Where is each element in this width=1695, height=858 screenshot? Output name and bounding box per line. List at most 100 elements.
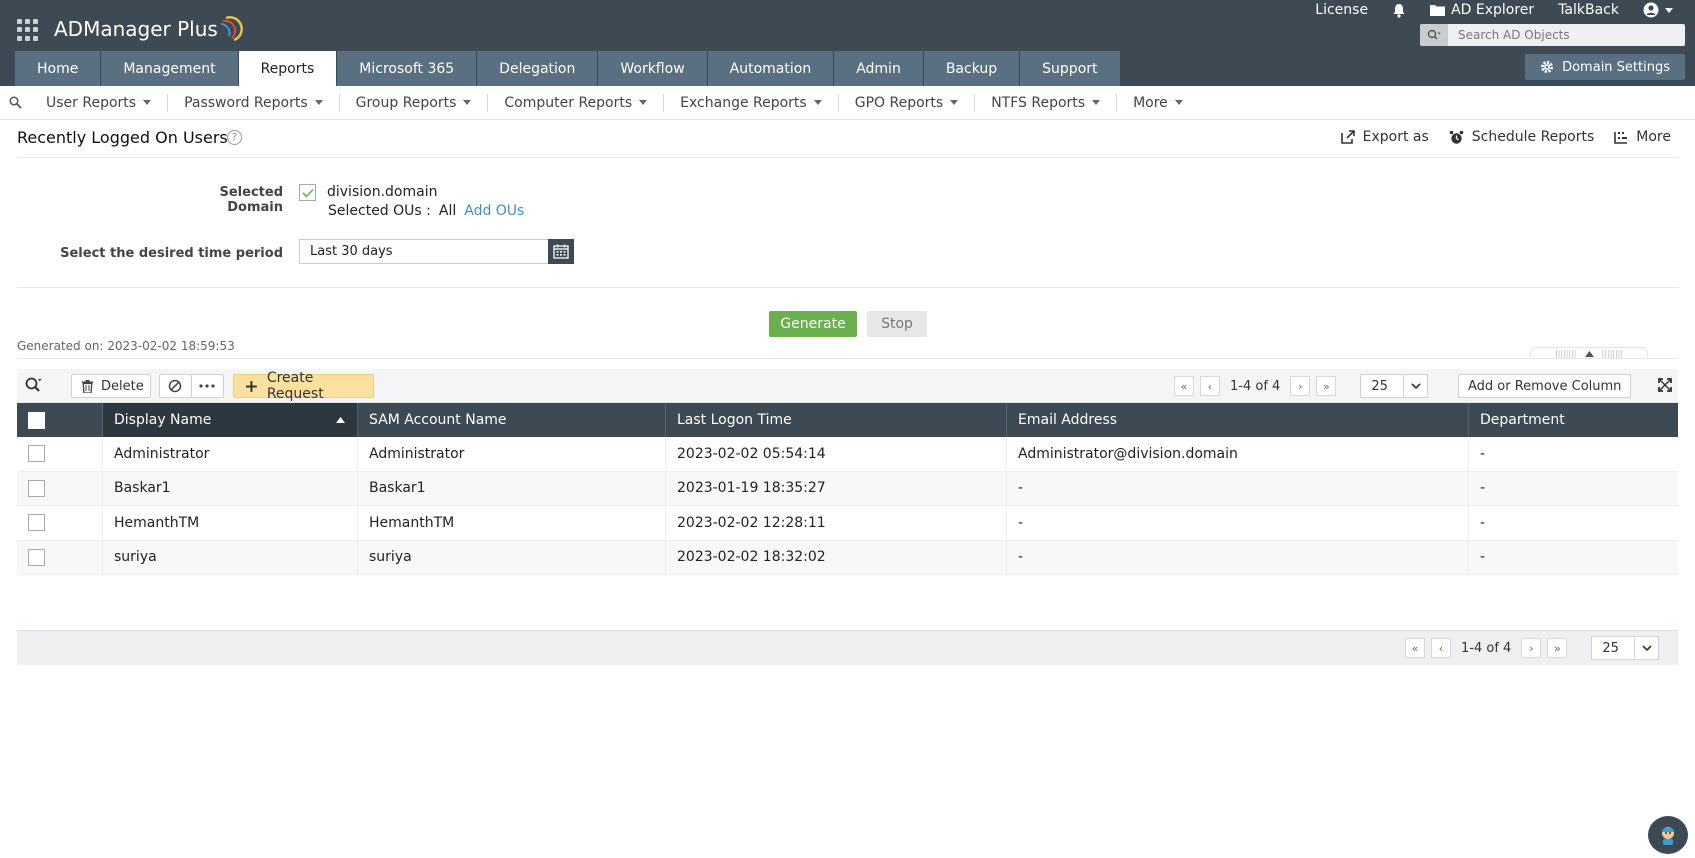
cell-sam-account-name: Administrator: [358, 437, 666, 471]
table-row[interactable]: HemanthTM HemanthTM 2023-02-02 12:28:11 …: [17, 506, 1678, 541]
app-grid-icon[interactable]: [17, 19, 39, 41]
row-select-cell: [17, 471, 103, 505]
delete-button[interactable]: Delete: [71, 374, 151, 398]
double-chevron-right-icon: »: [1322, 379, 1330, 393]
add-remove-column-button[interactable]: Add or Remove Column: [1458, 374, 1632, 398]
double-chevron-left-icon: «: [1411, 641, 1419, 655]
table-row[interactable]: Administrator Administrator 2023-02-02 0…: [17, 437, 1678, 472]
user-menu[interactable]: [1631, 0, 1685, 20]
top-links: License AD Explorer TalkBack: [1303, 0, 1685, 20]
report-toolbar: Delete Create Request « ‹ 1-4 of 4 › » 2…: [17, 369, 1678, 403]
folder-icon: [1430, 5, 1446, 16]
subnav-more[interactable]: More: [1117, 94, 1199, 112]
subnav-user-reports[interactable]: User Reports: [30, 93, 169, 112]
logo-arc-icon: [220, 16, 243, 42]
ad-search-box[interactable]: [1420, 24, 1685, 46]
next-page-button[interactable]: ›: [1290, 376, 1311, 396]
column-header-display-name[interactable]: Display Name: [103, 403, 358, 437]
help-icon[interactable]: ?: [227, 130, 242, 145]
page-size-select[interactable]: 25: [1360, 374, 1429, 398]
domain-checkbox[interactable]: [299, 184, 316, 201]
notifications-button[interactable]: [1380, 0, 1418, 20]
column-header-department[interactable]: Department: [1469, 403, 1678, 437]
subnav-ntfs-reports[interactable]: NTFS Reports: [975, 93, 1118, 112]
ad-explorer-link[interactable]: AD Explorer: [1418, 0, 1546, 20]
add-ous-link[interactable]: Add OUs: [464, 203, 524, 219]
chevron-down-icon: [463, 100, 472, 105]
create-request-button[interactable]: Create Request: [233, 370, 374, 402]
column-header-last-logon-time[interactable]: Last Logon Time: [666, 403, 1007, 437]
search-icon: [25, 377, 42, 392]
export-button[interactable]: Export as: [1340, 129, 1429, 145]
row-select-cell: [17, 437, 103, 471]
prev-page-button[interactable]: ‹: [1200, 376, 1220, 396]
app-logo[interactable]: ADManager Plus: [54, 14, 246, 44]
chat-assistant-button[interactable]: [1648, 816, 1688, 854]
selected-ous: Selected OUs : All Add OUs: [328, 203, 524, 219]
chevron-right-icon: ›: [1529, 641, 1534, 655]
page-actions: Export as Schedule Reports More: [1340, 129, 1671, 145]
select-all-checkbox[interactable]: [28, 411, 45, 429]
generate-button[interactable]: Generate: [769, 311, 857, 337]
page-size-select[interactable]: 25: [1591, 636, 1660, 660]
last-page-button[interactable]: »: [1547, 638, 1568, 658]
tab-automation[interactable]: Automation: [707, 51, 834, 86]
grip-icon: ||||||||: [1601, 349, 1624, 358]
ad-search-input[interactable]: [1448, 28, 1685, 42]
row-checkbox[interactable]: [28, 514, 45, 532]
last-page-button[interactable]: »: [1316, 376, 1337, 396]
generated-on-text: Generated on: 2023-02-02 18:59:53: [17, 339, 235, 353]
row-checkbox[interactable]: [28, 548, 45, 566]
tab-backup[interactable]: Backup: [923, 51, 1020, 86]
calendar-button[interactable]: [548, 239, 574, 264]
table-row[interactable]: Baskar1 Baskar1 2023-01-19 18:35:27 - -: [17, 471, 1678, 506]
calendar-icon: [553, 244, 569, 259]
more-options-button[interactable]: [192, 375, 223, 397]
row-checkbox[interactable]: [28, 445, 45, 463]
disable-button[interactable]: [160, 375, 192, 397]
license-link[interactable]: License: [1303, 0, 1380, 20]
report-search-button[interactable]: [0, 96, 30, 109]
table-search-button[interactable]: [25, 377, 42, 397]
alarm-clock-icon: [1449, 130, 1464, 144]
main-tabs: Home Management Reports Microsoft 365 De…: [15, 51, 1121, 86]
selected-ous-value: All: [438, 203, 457, 219]
more-actions-button[interactable]: More: [1614, 129, 1671, 145]
tab-microsoft-365[interactable]: Microsoft 365: [337, 51, 477, 86]
tab-reports[interactable]: Reports: [238, 51, 337, 86]
search-icon: [8, 96, 22, 109]
tab-admin[interactable]: Admin: [834, 51, 923, 86]
stop-button[interactable]: Stop: [867, 311, 927, 337]
cell-sam-account-name: suriya: [358, 540, 666, 574]
subnav-group-reports[interactable]: Group Reports: [340, 93, 489, 112]
tab-support[interactable]: Support: [1020, 51, 1120, 86]
first-page-button[interactable]: «: [1405, 638, 1425, 658]
table-row[interactable]: suriya suriya 2023-02-02 18:32:02 - -: [17, 540, 1678, 575]
tab-management[interactable]: Management: [101, 51, 238, 86]
subnav-exchange-reports[interactable]: Exchange Reports: [664, 93, 839, 112]
cell-sam-account-name: Baskar1: [358, 471, 666, 505]
prev-page-button[interactable]: ‹: [1431, 638, 1451, 658]
cell-department: -: [1480, 549, 1486, 566]
tab-home[interactable]: Home: [15, 51, 101, 86]
tab-workflow[interactable]: Workflow: [598, 51, 707, 86]
fullscreen-button[interactable]: [1658, 378, 1672, 396]
domain-settings-button[interactable]: Domain Settings: [1525, 54, 1685, 80]
cell-last-logon-time: 2023-01-19 18:35:27: [666, 471, 1007, 505]
domain-name: division.domain: [327, 184, 438, 200]
next-page-button[interactable]: ›: [1521, 638, 1542, 658]
time-period-label: Select the desired time period: [60, 246, 283, 261]
subnav-gpo-reports[interactable]: GPO Reports: [839, 93, 976, 112]
time-period-field[interactable]: Last 30 days: [299, 239, 549, 264]
column-header-email-address[interactable]: Email Address: [1007, 403, 1469, 437]
first-page-button[interactable]: «: [1174, 376, 1194, 396]
subnav-password-reports[interactable]: Password Reports: [168, 93, 340, 112]
row-checkbox[interactable]: [28, 479, 45, 497]
column-header-sam-account-name[interactable]: SAM Account Name: [358, 403, 666, 437]
report-table: Display Name SAM Account Name Last Logon…: [17, 403, 1678, 575]
talkback-link[interactable]: TalkBack: [1546, 0, 1631, 20]
chevron-down-icon: [1665, 7, 1673, 13]
subnav-computer-reports[interactable]: Computer Reports: [488, 93, 665, 112]
tab-delegation[interactable]: Delegation: [477, 51, 598, 86]
schedule-reports-button[interactable]: Schedule Reports: [1449, 129, 1594, 145]
